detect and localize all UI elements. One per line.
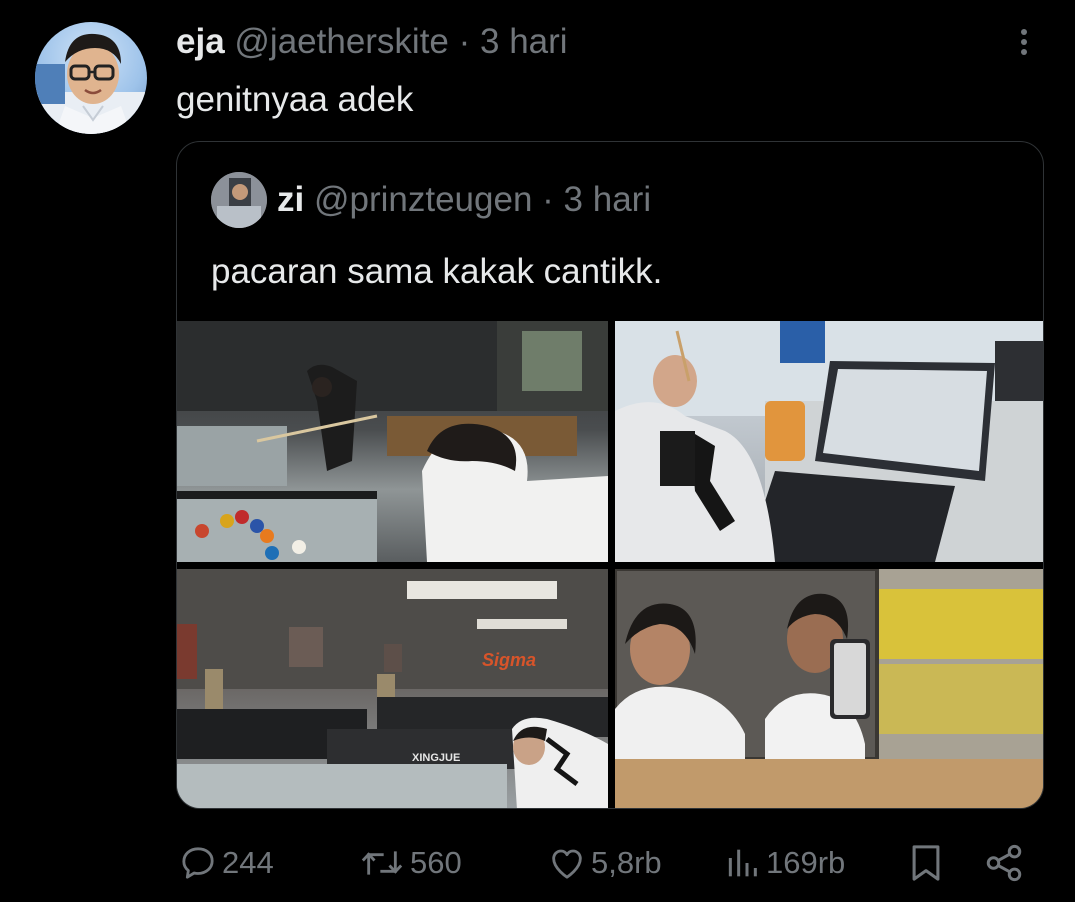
quoted-author-handle[interactable]: @prinzteugen: [314, 180, 532, 219]
tweet-header: eja @jaetherskite · 3 hari: [176, 22, 568, 62]
repost-icon: [361, 851, 403, 875]
quoted-tweet-time[interactable]: 3 hari: [564, 180, 652, 219]
separator-dot: ·: [542, 180, 554, 219]
billiard-room-photo[interactable]: Sigma XINGJUE: [177, 569, 608, 808]
laptop-cafe-photo[interactable]: [615, 321, 1043, 562]
views-count: 169rb: [766, 845, 846, 880]
author-handle[interactable]: @jaetherskite: [234, 22, 449, 61]
reply-icon: [182, 847, 214, 879]
views-button[interactable]: 169rb: [722, 838, 845, 888]
billiard-hall-photo[interactable]: [177, 321, 608, 562]
bookmark-button[interactable]: [909, 838, 943, 888]
tweet-time[interactable]: 3 hari: [480, 22, 568, 61]
quoted-tweet-card[interactable]: zi @prinzteugen · 3 hari pacaran sama ka…: [176, 141, 1044, 809]
action-bar: 244 560 5,8rb 169rb: [0, 838, 1075, 888]
share-icon: [986, 844, 1022, 882]
like-count: 5,8rb: [591, 845, 662, 880]
quoted-author-name[interactable]: zi: [277, 180, 304, 219]
repost-count: 560: [410, 845, 462, 880]
separator-dot: ·: [458, 22, 471, 61]
reply-button[interactable]: 244: [178, 838, 274, 888]
reply-count: 244: [222, 845, 274, 880]
quoted-tweet-header: zi @prinzteugen · 3 hari: [277, 180, 651, 220]
like-icon: [552, 849, 582, 879]
repost-button[interactable]: 560: [358, 838, 462, 888]
quoted-tweet-text: pacaran sama kakak cantikk.: [211, 252, 663, 291]
tweet-text: genitnyaa adek: [176, 80, 414, 119]
mirror-selfie-photo[interactable]: [615, 569, 1043, 808]
table-brand-text: XINGJUE: [412, 752, 460, 764]
share-button[interactable]: [983, 838, 1025, 888]
bookmark-icon: [912, 845, 940, 881]
views-icon: [728, 849, 757, 877]
quoted-author-avatar[interactable]: [211, 172, 267, 228]
author-name[interactable]: eja: [176, 22, 225, 61]
like-button[interactable]: 5,8rb: [547, 838, 662, 888]
tweet: eja @jaetherskite · 3 hari genitnyaa ade…: [0, 0, 1075, 902]
more-icon[interactable]: [1010, 26, 1038, 62]
author-avatar[interactable]: [35, 22, 147, 134]
sigma-sign-text: Sigma: [482, 650, 536, 670]
photo-grid: Sigma XINGJUE: [177, 321, 1043, 808]
